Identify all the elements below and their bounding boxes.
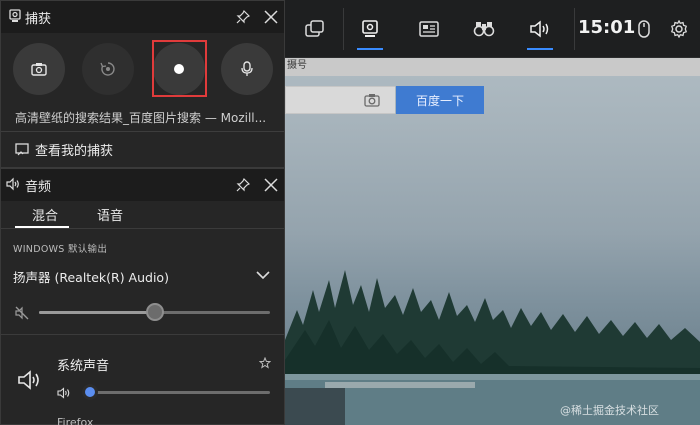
record-last-button[interactable]	[82, 43, 134, 95]
forest-lake-landscape	[285, 270, 700, 425]
view-my-captures-label: 查看我的捕获	[35, 144, 114, 159]
divider	[1, 228, 284, 229]
capture-camera-icon	[9, 9, 21, 22]
star-icon[interactable]	[259, 357, 271, 369]
capture-panel-title: 捕获	[25, 12, 52, 27]
master-volume-thumb[interactable]	[145, 303, 164, 321]
camera-icon	[31, 63, 47, 76]
close-icon[interactable]	[264, 10, 278, 24]
pin-icon[interactable]	[236, 10, 250, 24]
view-my-captures-link[interactable]: 查看我的捕获	[15, 140, 113, 159]
divider	[1, 334, 284, 335]
close-icon[interactable]	[264, 178, 278, 192]
game-bar-top: 15:01	[285, 0, 700, 58]
muted-speaker-icon[interactable]	[15, 306, 29, 320]
output-device-name[interactable]: 扬声器 (Realtek(R) Audio)	[13, 267, 169, 286]
clock: 15:01	[578, 17, 636, 38]
mouse-icon[interactable]	[632, 17, 656, 41]
record-highlight-frame	[152, 40, 207, 97]
binoculars-icon[interactable]	[472, 17, 496, 41]
browser-strip-text: 摄号	[287, 60, 307, 71]
audio-widget-icon[interactable]	[528, 17, 552, 41]
system-sounds-icon	[18, 370, 39, 390]
performance-widget-icon[interactable]	[417, 17, 441, 41]
master-volume-fill	[39, 311, 155, 314]
speaker-icon	[6, 177, 19, 191]
widget-menu-icon[interactable]	[303, 17, 327, 41]
divider	[1, 131, 284, 132]
settings-gear-icon[interactable]	[667, 17, 691, 41]
watermark: @稀土掘金技术社区	[560, 404, 659, 417]
capture-panel: 捕获 高清壁纸的搜索结果_百度图片搜索 — Mozill... 查看我的捕获	[0, 0, 285, 168]
capture-panel-header[interactable]: 捕获	[1, 1, 284, 33]
app-volume-slider[interactable]	[85, 391, 270, 394]
capture-source-title: 高清壁纸的搜索结果_百度图片搜索 — Mozill...	[15, 111, 267, 125]
separator	[343, 8, 344, 50]
audio-panel: 音频 混合 语音 WINDOWS 默认输出 扬声器 (Realtek(R) Au…	[0, 168, 285, 425]
separator	[574, 8, 575, 50]
audio-panel-title: 音频	[25, 180, 52, 195]
app-name: 系统声音	[57, 359, 110, 374]
tab-mix[interactable]: 混合	[32, 205, 58, 224]
microphone-icon	[241, 61, 253, 76]
capture-active-indicator	[357, 48, 383, 50]
audio-panel-header[interactable]: 音频	[1, 169, 284, 201]
next-app-name: Firefox	[57, 416, 94, 425]
baidu-search-button[interactable]: 百度一下	[396, 86, 484, 114]
gallery-icon	[15, 143, 29, 156]
audio-active-indicator	[527, 48, 553, 50]
camera-search-icon[interactable]	[364, 93, 380, 107]
screenshot-button[interactable]	[13, 43, 65, 95]
rewind-record-icon	[100, 62, 115, 76]
microphone-button[interactable]	[221, 43, 273, 95]
small-speaker-icon	[57, 387, 70, 399]
tab-voice[interactable]: 语音	[97, 205, 123, 224]
chevron-down-icon[interactable]	[256, 270, 270, 280]
app-volume-thumb[interactable]	[82, 384, 98, 400]
capture-widget-icon[interactable]	[358, 17, 382, 41]
default-output-label: WINDOWS 默认输出	[13, 244, 108, 255]
pin-icon[interactable]	[236, 178, 250, 192]
